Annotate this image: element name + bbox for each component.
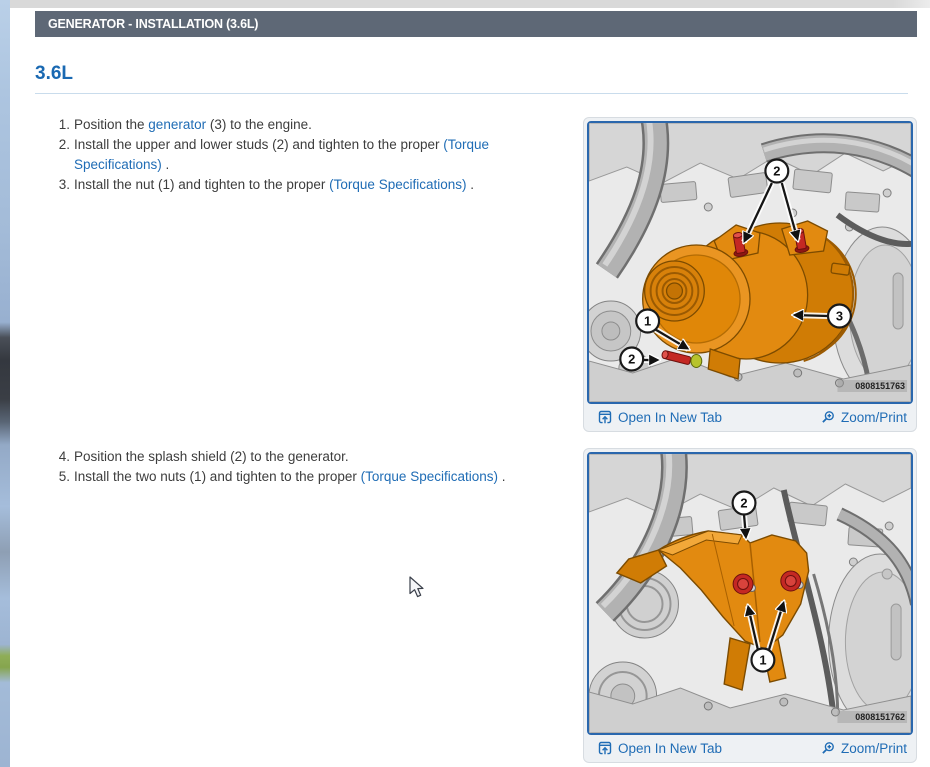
figure-splash-shield-install: 2 1 0808151762 Open In New Tab Zoom/Prin…: [583, 448, 917, 763]
engine-section-heading: 3.6L: [35, 63, 908, 94]
step-number: 2.: [58, 137, 70, 152]
open-in-new-tab-button[interactable]: Open In New Tab: [598, 741, 722, 756]
step-text-pre: Position the splash shield (2) to the ge…: [74, 449, 349, 464]
figure-toolbar: Open In New Tab Zoom/Print: [587, 735, 913, 761]
step-number: 4.: [58, 449, 70, 464]
zoom-print-button[interactable]: Zoom/Print: [821, 410, 907, 425]
step-text: Position the generator (3) to the engine…: [74, 115, 548, 135]
step-text-post: (3) to the engine.: [206, 117, 312, 132]
step-text: Position the splash shield (2) to the ge…: [74, 447, 548, 467]
open-in-new-tab-label: Open In New Tab: [618, 409, 723, 425]
generator-illustration[interactable]: 2 1 2 3 0808151763: [587, 121, 913, 404]
step-number: 3.: [58, 177, 70, 192]
top-window-strip: [10, 0, 930, 8]
figure-toolbar: Open In New Tab Zoom/Print: [587, 404, 913, 430]
callout-3: 3: [826, 303, 852, 329]
figure-generator-install: 2 1 2 3 0808151763 Open In New Tab Zoom/…: [583, 117, 917, 432]
figure-watermark: 0808151763: [855, 381, 905, 391]
procedure-header: GENERATOR - INSTALLATION (3.6L): [35, 11, 917, 37]
callout-1: 1: [750, 647, 776, 673]
step-text-post: .: [498, 469, 506, 484]
callout-2-side: 2: [619, 346, 645, 372]
svg-text:2: 2: [740, 495, 747, 510]
svg-text:3: 3: [836, 308, 843, 323]
zoom-print-label: Zoom/Print: [840, 409, 907, 425]
open-in-new-tab-button[interactable]: Open In New Tab: [598, 410, 722, 425]
zoom-print-icon: [822, 742, 834, 754]
step-text-post: .: [161, 157, 170, 172]
install-steps-1-3: 1. Position the generator (3) to the eng…: [56, 115, 548, 195]
callout-2: 2: [731, 490, 757, 516]
step-number: 1.: [58, 117, 70, 132]
svg-text:2: 2: [773, 163, 780, 178]
torque-specifications-link[interactable]: (Torque Specifications): [329, 177, 466, 192]
zoom-print-label: Zoom/Print: [840, 740, 907, 756]
step-text-pre: Install the nut (1) and tighten to the p…: [74, 177, 330, 192]
zoom-print-button[interactable]: Zoom/Print: [821, 741, 907, 756]
open-in-new-tab-label: Open In New Tab: [618, 740, 723, 756]
torque-specifications-link[interactable]: (Torque Specifications): [361, 469, 498, 484]
callout-1: 1: [635, 308, 661, 334]
step-text: Install the upper and lower studs (2) an…: [74, 135, 548, 175]
step-text: Install the nut (1) and tighten to the p…: [74, 175, 548, 195]
svg-text:1: 1: [759, 652, 766, 667]
step-1: 1. Position the generator (3) to the eng…: [56, 115, 548, 135]
step-number: 5.: [58, 469, 70, 484]
generator-link[interactable]: generator: [148, 117, 206, 132]
open-in-new-tab-icon: [598, 741, 612, 755]
step-text-post: .: [466, 177, 475, 192]
background-window-edge: [0, 0, 10, 767]
step-text-pre: Install the two nuts (1) and tighten to …: [74, 469, 361, 484]
figure-watermark: 0808151762: [855, 712, 905, 722]
step-4: 4. Position the splash shield (2) to the…: [56, 447, 548, 467]
mouse-cursor: [409, 576, 424, 598]
step-3: 3. Install the nut (1) and tighten to th…: [56, 175, 548, 195]
service-info-page: GENERATOR - INSTALLATION (3.6L) 3.6L 1. …: [0, 0, 930, 767]
step-text-pre: Position the: [74, 117, 149, 132]
zoom-print-icon: [822, 411, 834, 423]
splash-shield-illustration[interactable]: 2 1 0808151762: [587, 452, 913, 735]
step-text: Install the two nuts (1) and tighten to …: [74, 467, 548, 487]
open-in-new-tab-icon: [598, 410, 612, 424]
step-2: 2. Install the upper and lower studs (2)…: [56, 135, 548, 175]
callout-2-top: 2: [764, 158, 790, 184]
step-text-pre: Install the upper and lower studs (2) an…: [74, 137, 444, 152]
install-steps-4-5: 4. Position the splash shield (2) to the…: [56, 447, 548, 487]
procedure-title: GENERATOR - INSTALLATION (3.6L): [48, 17, 259, 31]
step-5: 5. Install the two nuts (1) and tighten …: [56, 467, 548, 487]
svg-text:2: 2: [628, 351, 635, 366]
svg-text:1: 1: [644, 313, 651, 328]
